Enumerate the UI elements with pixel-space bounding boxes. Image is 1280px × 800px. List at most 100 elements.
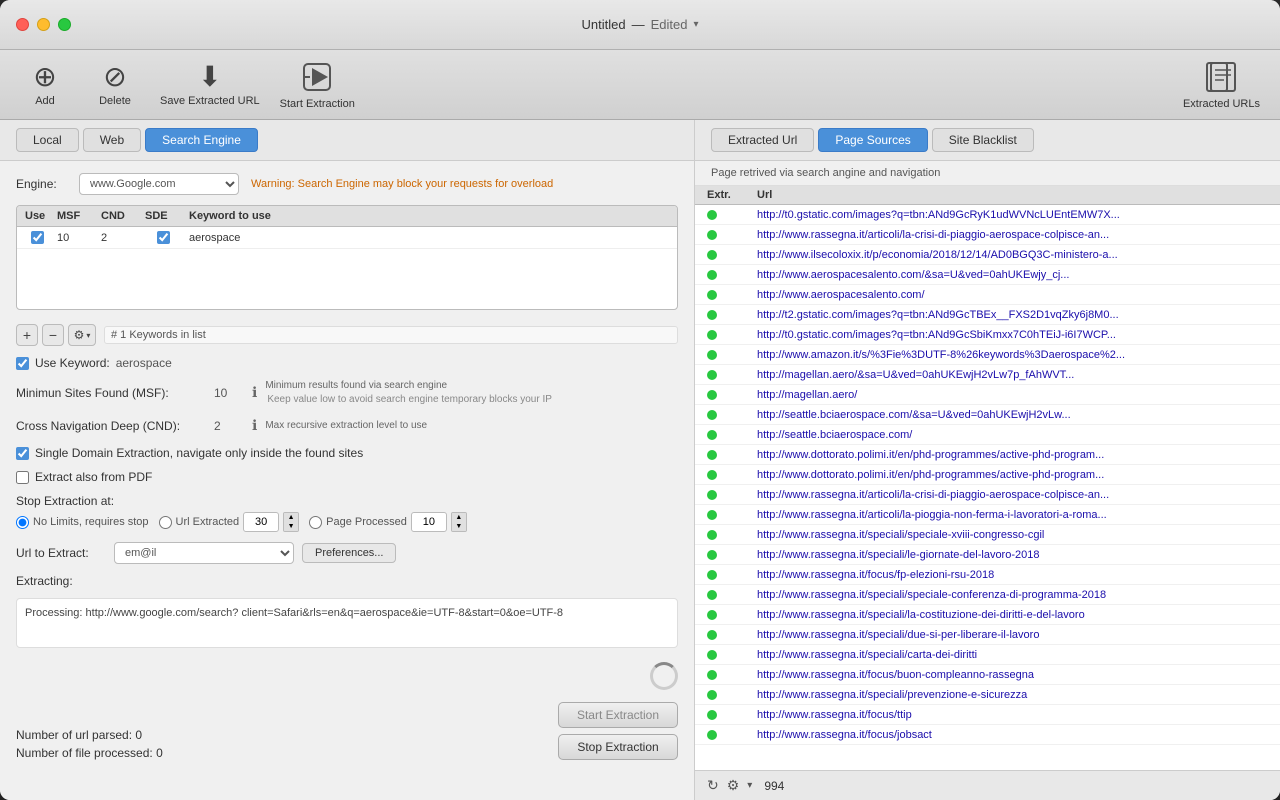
refresh-icon[interactable]: ↻ — [707, 777, 719, 794]
page-processed-up[interactable]: ▲ — [452, 513, 466, 522]
url-list-row[interactable]: http://www.rassegna.it/speciali/prevenzi… — [695, 685, 1280, 705]
tab-extracted-url[interactable]: Extracted Url — [711, 128, 814, 152]
url-list-row[interactable]: http://www.rassegna.it/speciali/la-costi… — [695, 605, 1280, 625]
traffic-lights — [16, 18, 71, 31]
tab-web[interactable]: Web — [83, 128, 141, 152]
title-chevron[interactable]: ▾ — [693, 19, 698, 30]
url-list-row[interactable]: http://www.rassegna.it/articoli/la-crisi… — [695, 225, 1280, 245]
url-list-row[interactable]: http://www.rassegna.it/speciali/due-si-p… — [695, 625, 1280, 645]
page-processed-radio[interactable] — [309, 516, 322, 529]
cnd-info-text: Max recursive extraction level to use — [265, 420, 427, 431]
url-list-row[interactable]: http://www.dottorato.polimi.it/en/phd-pr… — [695, 465, 1280, 485]
status-dot — [707, 390, 717, 400]
sde-checkbox[interactable] — [157, 231, 170, 244]
url-list-row[interactable]: http://www.rassegna.it/articoli/la-piogg… — [695, 505, 1280, 525]
url-status — [707, 490, 757, 500]
add-button[interactable]: ⊕ Add — [20, 63, 70, 107]
stop-extraction-row: Stop Extraction at: No Limits, requires … — [16, 494, 678, 532]
save-extracted-url-button[interactable]: ⬇ Save Extracted URL — [160, 63, 260, 107]
delete-button[interactable]: ⊘ Delete — [90, 63, 140, 107]
keyword-settings-button[interactable]: ⚙ ▾ — [68, 324, 96, 346]
cnd-info-icon[interactable]: ℹ — [252, 417, 257, 434]
right-panel: Extracted Url Page Sources Site Blacklis… — [695, 120, 1280, 800]
use-cell — [21, 231, 53, 244]
page-processed-stepper[interactable]: ▲ ▼ — [451, 512, 467, 532]
no-limits-radio[interactable] — [16, 516, 29, 529]
right-table-body[interactable]: http://t0.gstatic.com/images?q=tbn:ANd9G… — [695, 205, 1280, 770]
url-list-row[interactable]: http://www.aerospacesalento.com/ — [695, 285, 1280, 305]
url-list-row[interactable]: http://www.rassegna.it/speciali/speciale… — [695, 525, 1280, 545]
url-text: http://seattle.bciaerospace.com/&sa=U&ve… — [757, 409, 1268, 421]
use-keyword-checkbox[interactable] — [16, 357, 29, 370]
url-list-row[interactable]: http://www.rassegna.it/focus/buon-comple… — [695, 665, 1280, 685]
msf-info-icon[interactable]: ℹ — [252, 384, 257, 401]
toolbar: ⊕ Add ⊘ Delete ⬇ Save Extracted URL Star… — [0, 50, 1280, 120]
tab-page-sources[interactable]: Page Sources — [818, 128, 927, 152]
status-dot — [707, 470, 717, 480]
url-list-row[interactable]: http://www.aerospacesalento.com/&sa=U&ve… — [695, 265, 1280, 285]
use-keyword-label: Use Keyword: — [35, 356, 110, 370]
use-checkbox[interactable] — [31, 231, 44, 244]
url-list-row[interactable]: http://www.rassegna.it/focus/ttip — [695, 705, 1280, 725]
url-list-row[interactable]: http://t0.gstatic.com/images?q=tbn:ANd9G… — [695, 325, 1280, 345]
url-extracted-stepper[interactable]: ▲ ▼ — [283, 512, 299, 532]
minimize-button[interactable] — [37, 18, 50, 31]
settings-icon[interactable]: ⚙ — [727, 777, 740, 794]
save-icon: ⬇ — [198, 63, 221, 91]
status-dot — [707, 650, 717, 660]
extracted-urls-button[interactable]: Extracted URLs — [1183, 60, 1260, 110]
url-list-row[interactable]: http://www.rassegna.it/articoli/la-crisi… — [695, 485, 1280, 505]
add-keyword-button[interactable]: + — [16, 324, 38, 346]
use-keyword-row: Use Keyword: aerospace — [16, 356, 678, 370]
cnd-value: 2 — [214, 419, 244, 433]
extract-pdf-label: Extract also from PDF — [35, 470, 152, 484]
url-extracted-radio[interactable] — [159, 516, 172, 529]
url-list-row[interactable]: http://www.rassegna.it/speciali/speciale… — [695, 585, 1280, 605]
url-header: Url — [757, 189, 1268, 201]
right-bottom-bar: ↻ ⚙ ▾ 994 — [695, 770, 1280, 800]
msf-info-wrapper: Minimum results found via search engine … — [265, 380, 552, 405]
tab-site-blacklist[interactable]: Site Blacklist — [932, 128, 1034, 152]
url-text: http://www.rassegna.it/speciali/prevenzi… — [757, 689, 1268, 701]
url-list-row[interactable]: http://seattle.bciaerospace.com/&sa=U&ve… — [695, 405, 1280, 425]
url-extracted-up[interactable]: ▲ — [284, 513, 298, 522]
url-list-row[interactable]: http://www.rassegna.it/focus/jobsact — [695, 725, 1280, 745]
url-list-row[interactable]: http://magellan.aero/&sa=U&ved=0ahUKEwjH… — [695, 365, 1280, 385]
start-extraction-button[interactable]: Start Extraction — [280, 60, 355, 110]
url-to-extract-select[interactable]: em@il — [114, 542, 294, 564]
title-sep: — — [632, 17, 645, 32]
url-list-row[interactable]: http://www.amazon.it/s/%3Fie%3DUTF-8%26k… — [695, 345, 1280, 365]
keyword-count: # 1 Keywords in list — [104, 326, 678, 344]
url-list-row[interactable]: http://www.rassegna.it/focus/fp-elezioni… — [695, 565, 1280, 585]
extract-pdf-checkbox[interactable] — [16, 471, 29, 484]
url-list-row[interactable]: http://www.ilsecoloxix.it/p/economia/201… — [695, 245, 1280, 265]
engine-select[interactable]: www.Google.com — [79, 173, 239, 195]
url-list-row[interactable]: http://www.rassegna.it/speciali/carta-de… — [695, 645, 1280, 665]
page-processed-input[interactable] — [411, 512, 447, 532]
single-domain-checkbox[interactable] — [16, 447, 29, 460]
close-button[interactable] — [16, 18, 29, 31]
url-list-row[interactable]: http://www.dottorato.polimi.it/en/phd-pr… — [695, 445, 1280, 465]
stop-extraction-action-button[interactable]: Stop Extraction — [558, 734, 678, 760]
url-list-row[interactable]: http://www.rassegna.it/speciali/le-giorn… — [695, 545, 1280, 565]
url-list-row[interactable]: http://t2.gstatic.com/images?q=tbn:ANd9G… — [695, 305, 1280, 325]
url-list-row[interactable]: http://t0.gstatic.com/images?q=tbn:ANd9G… — [695, 205, 1280, 225]
url-extracted-down[interactable]: ▼ — [284, 522, 298, 531]
dropdown-arrow-icon[interactable]: ▾ — [747, 780, 752, 791]
start-extraction-action-button[interactable]: Start Extraction — [558, 702, 678, 728]
url-status — [707, 470, 757, 480]
url-list-row[interactable]: http://magellan.aero/ — [695, 385, 1280, 405]
save-label: Save Extracted URL — [160, 95, 260, 107]
url-list-row[interactable]: http://seattle.bciaerospace.com/ — [695, 425, 1280, 445]
remove-keyword-button[interactable]: − — [42, 324, 64, 346]
url-text: http://www.ilsecoloxix.it/p/economia/201… — [757, 249, 1268, 261]
page-processed-down[interactable]: ▼ — [452, 522, 466, 531]
status-dot — [707, 250, 717, 260]
status-dot — [707, 410, 717, 420]
url-extracted-input[interactable] — [243, 512, 279, 532]
tab-local[interactable]: Local — [16, 128, 79, 152]
url-status — [707, 250, 757, 260]
tab-search-engine[interactable]: Search Engine — [145, 128, 258, 152]
preferences-button[interactable]: Preferences... — [302, 543, 396, 563]
maximize-button[interactable] — [58, 18, 71, 31]
